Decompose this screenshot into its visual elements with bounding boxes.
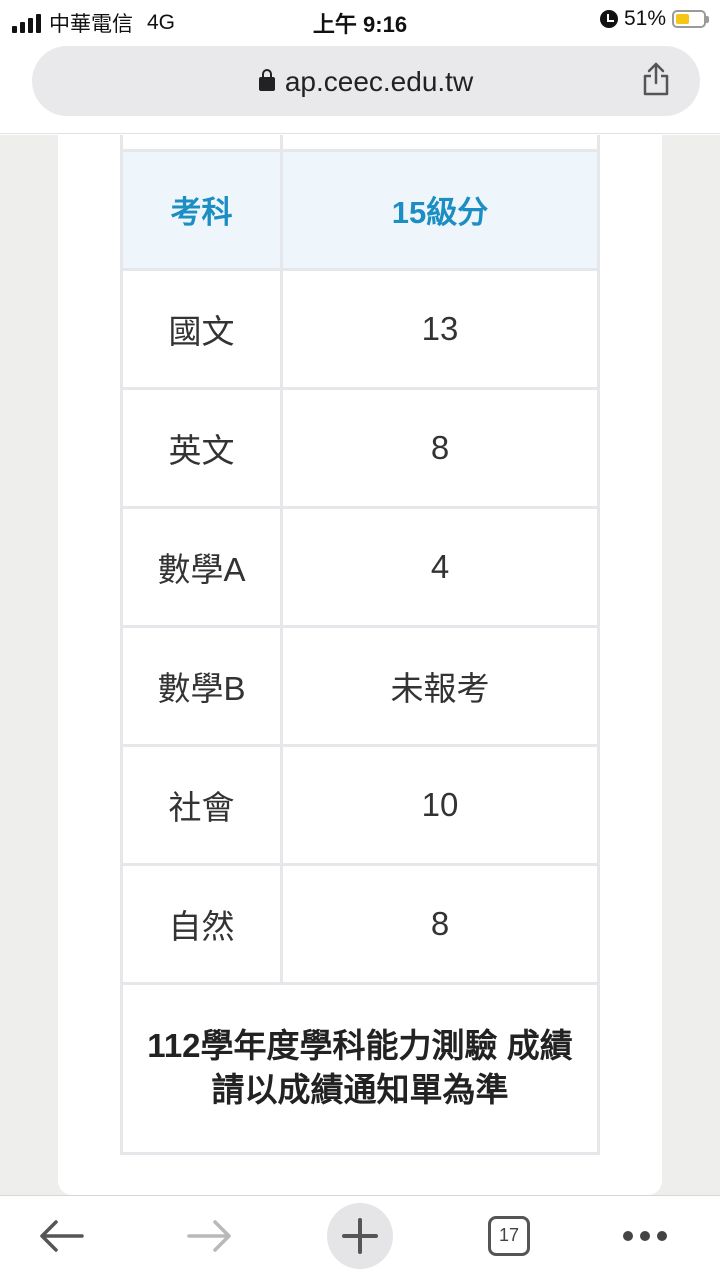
table-note-row: 112學年度學科能力測驗 成績請以成績通知單為準 xyxy=(120,981,600,1155)
top-edge-cell-right xyxy=(280,135,600,152)
alarm-icon xyxy=(599,10,618,28)
subject-cell: 自然 xyxy=(120,862,283,985)
lock-icon xyxy=(258,69,275,91)
battery-percent: 51% xyxy=(623,7,666,30)
address-bar[interactable]: ap.ceec.edu.tw xyxy=(32,46,700,116)
forward-icon xyxy=(187,1219,231,1252)
url-display[interactable]: ap.ceec.edu.tw xyxy=(32,66,700,98)
header-level: 15級分 xyxy=(280,148,600,271)
table-row: 數學A 4 xyxy=(120,505,600,628)
subject-cell: 英文 xyxy=(120,386,283,509)
table-row: 社會 10 xyxy=(120,743,600,866)
table-header-row: 考科 15級分 xyxy=(120,148,600,271)
table-row: 自然 8 xyxy=(120,862,600,985)
subject-cell: 社會 xyxy=(120,743,283,866)
table-row: 英文 8 xyxy=(120,386,600,509)
score-cell: 4 xyxy=(280,505,600,628)
table-row: 數學B 未報考 xyxy=(120,624,600,747)
score-cell: 未報考 xyxy=(280,624,600,747)
tabs-icon: 17 xyxy=(488,1215,530,1256)
score-cell: 13 xyxy=(280,267,600,390)
subject-cell: 數學A xyxy=(120,505,283,628)
tab-count: 17 xyxy=(498,1225,520,1245)
tabs-button[interactable]: 17 xyxy=(464,1196,554,1280)
score-table: 考科 15級分 國文 13 英文 8 數學A 4 數學B 未報考 社會 10 自… xyxy=(120,135,600,1155)
top-edge-cell-left xyxy=(120,135,283,152)
browser-address-area: ap.ceec.edu.tw xyxy=(0,40,720,134)
forward-button[interactable] xyxy=(165,1196,255,1280)
table-row-top-edge xyxy=(120,135,600,152)
header-subject: 考科 xyxy=(120,148,283,271)
battery-icon xyxy=(672,10,709,28)
status-bar: 中華電信 4G 上午 9:16 51% xyxy=(0,0,720,40)
more-icon xyxy=(623,1230,667,1241)
battery-level xyxy=(676,14,690,24)
table-row: 國文 13 xyxy=(120,267,600,390)
score-cell: 8 xyxy=(280,386,600,509)
score-cell: 8 xyxy=(280,862,600,985)
more-button[interactable] xyxy=(600,1196,690,1280)
back-icon xyxy=(40,1219,84,1252)
share-icon[interactable] xyxy=(642,62,670,96)
new-tab-button[interactable] xyxy=(315,1196,405,1280)
subject-cell: 國文 xyxy=(120,267,283,390)
back-button[interactable] xyxy=(16,1196,106,1280)
subject-cell: 數學B xyxy=(120,624,283,747)
url-label: ap.ceec.edu.tw xyxy=(284,66,474,97)
new-tab-icon xyxy=(327,1202,393,1269)
browser-toolbar: 17 xyxy=(0,1195,720,1280)
score-cell: 10 xyxy=(280,743,600,866)
status-right: 51% xyxy=(599,7,709,31)
note-cell: 112學年度學科能力測驗 成績請以成績通知單為準 xyxy=(120,981,600,1155)
